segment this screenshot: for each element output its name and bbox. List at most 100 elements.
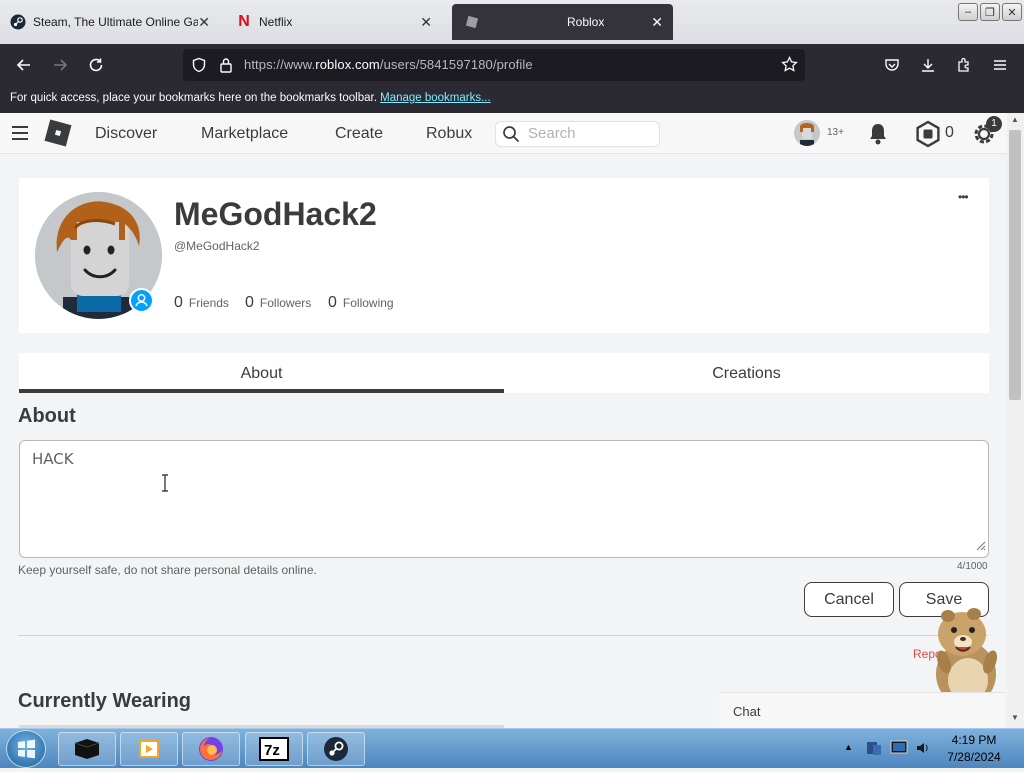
minimize-icon[interactable]: – bbox=[958, 3, 978, 21]
robux-count: 0 bbox=[945, 124, 954, 141]
windows-taskbar: 7z ▲ bbox=[0, 728, 1024, 768]
taskbar-steam-icon[interactable] bbox=[307, 732, 365, 766]
close-tab-icon[interactable]: ✕ bbox=[420, 14, 432, 31]
tab-title: Steam, The Ultimate Online Gam bbox=[33, 15, 198, 29]
scroll-up-icon[interactable]: ▲ bbox=[1011, 115, 1019, 124]
search-placeholder: Search bbox=[528, 125, 576, 142]
browser-nav-bar: https://www.roblox.com/users/5841597180/… bbox=[0, 44, 1024, 86]
nav-avatar[interactable] bbox=[794, 120, 820, 146]
roblox-header: Discover Marketplace Create Robux Search… bbox=[0, 113, 1007, 154]
download-icon[interactable] bbox=[916, 53, 940, 77]
currently-wearing-heading: Currently Wearing bbox=[18, 690, 191, 712]
browser-tab-bar: Steam, The Ultimate Online Gam ✕ N Netfl… bbox=[0, 0, 1024, 44]
profile-display-name: MeGodHack2 bbox=[174, 196, 377, 232]
nav-discover[interactable]: Discover bbox=[95, 125, 157, 143]
taskbar-7zip-icon[interactable]: 7z bbox=[245, 732, 303, 766]
taskbar-clock[interactable]: 4:19 PM 7/28/2024 bbox=[936, 733, 1012, 764]
forward-icon[interactable] bbox=[48, 53, 72, 77]
manage-bookmarks-link[interactable]: Manage bookmarks... bbox=[380, 92, 491, 104]
extensions-icon[interactable] bbox=[952, 53, 976, 77]
url-path: /users/5841597180/profile bbox=[379, 57, 533, 72]
settings-notification-badge: 1 bbox=[986, 116, 1002, 132]
clock-time: 4:19 PM bbox=[951, 733, 997, 747]
tray-volume-icon[interactable] bbox=[914, 739, 932, 762]
friends-stat[interactable]: 0 Friends bbox=[174, 294, 229, 312]
shield-icon[interactable] bbox=[191, 57, 207, 78]
age-badge: 13+ bbox=[827, 127, 844, 138]
tab-creations[interactable]: Creations bbox=[504, 353, 989, 393]
tray-network-icon[interactable] bbox=[865, 739, 883, 762]
roblox-logo-icon[interactable] bbox=[43, 118, 73, 153]
window-controls: – ❐ ✕ bbox=[958, 3, 1022, 21]
taskbar-media-player-icon[interactable] bbox=[120, 732, 178, 766]
following-count: 0 bbox=[328, 294, 337, 311]
netflix-icon: N bbox=[238, 13, 250, 30]
safety-note: Keep yourself safe, do not share persona… bbox=[18, 563, 317, 577]
friends-count: 0 bbox=[174, 294, 183, 311]
following-label: Following bbox=[342, 296, 394, 310]
start-button[interactable] bbox=[6, 730, 46, 768]
char-count: 4/1000 bbox=[957, 561, 988, 572]
followers-count: 0 bbox=[245, 294, 254, 311]
bookmarks-hint: For quick access, place your bookmarks h… bbox=[10, 92, 377, 104]
url-text[interactable]: https://www.roblox.com/users/5841597180/… bbox=[244, 57, 533, 72]
url-bar[interactable]: https://www.roblox.com/users/5841597180/… bbox=[183, 49, 805, 81]
tab-about[interactable]: About bbox=[19, 353, 504, 393]
nav-robux[interactable]: Robux bbox=[426, 125, 472, 143]
nav-marketplace[interactable]: Marketplace bbox=[201, 125, 288, 143]
close-tab-icon[interactable]: ✕ bbox=[198, 14, 210, 31]
robux-icon[interactable] bbox=[914, 120, 942, 153]
browser-tab-netflix[interactable]: N Netflix ✕ bbox=[236, 0, 442, 44]
more-options-icon[interactable]: ••• bbox=[958, 190, 969, 204]
chat-label: Chat bbox=[733, 704, 761, 719]
tab-title: Netflix bbox=[259, 15, 293, 29]
scroll-down-icon[interactable]: ▼ bbox=[1011, 713, 1019, 722]
close-window-icon[interactable]: ✕ bbox=[1002, 3, 1022, 21]
bio-text: HACK bbox=[32, 450, 74, 468]
profile-tabs: About Creations bbox=[19, 353, 989, 393]
steam-icon bbox=[10, 14, 26, 30]
followers-stat[interactable]: 0 Followers bbox=[245, 294, 311, 312]
clock-date: 7/28/2024 bbox=[947, 750, 1001, 764]
scrollbar-thumb[interactable] bbox=[1009, 130, 1021, 400]
bookmarks-toolbar: For quick access, place your bookmarks h… bbox=[0, 86, 1024, 113]
taskbar-firefox-icon[interactable] bbox=[182, 732, 240, 766]
tab-title: Roblox bbox=[567, 15, 605, 29]
followers-label: Followers bbox=[259, 296, 312, 310]
tray-display-icon[interactable] bbox=[890, 739, 908, 762]
svg-text:7z: 7z bbox=[264, 742, 280, 759]
browser-tab-roblox-active[interactable]: Roblox ✕ bbox=[452, 4, 673, 40]
bio-textarea[interactable]: HACK bbox=[19, 440, 989, 558]
active-tab-indicator bbox=[19, 389, 504, 393]
menu-icon[interactable] bbox=[988, 53, 1012, 77]
text-cursor-icon bbox=[160, 474, 170, 496]
online-status-icon bbox=[129, 288, 154, 313]
pocket-icon[interactable] bbox=[880, 53, 904, 77]
chat-panel[interactable]: Chat bbox=[719, 692, 1005, 728]
back-icon[interactable] bbox=[12, 53, 36, 77]
profile-username: @MeGodHack2 bbox=[174, 239, 260, 253]
restore-icon[interactable]: ❐ bbox=[980, 3, 1000, 21]
url-prefix: https://www. bbox=[244, 57, 316, 72]
resize-handle-icon[interactable] bbox=[974, 537, 986, 555]
cancel-button[interactable]: Cancel bbox=[804, 582, 894, 617]
about-heading: About bbox=[18, 405, 76, 427]
taskbar-app-terminal-icon[interactable] bbox=[58, 732, 116, 766]
hamburger-menu-icon[interactable] bbox=[11, 125, 29, 146]
lock-icon[interactable] bbox=[219, 57, 233, 78]
friends-label: Friends bbox=[188, 296, 229, 310]
search-icon bbox=[502, 125, 520, 148]
notifications-bell-icon[interactable] bbox=[867, 122, 889, 151]
url-domain: roblox.com bbox=[315, 57, 380, 72]
search-input[interactable]: Search bbox=[495, 121, 660, 147]
following-stat[interactable]: 0 Following bbox=[328, 294, 394, 312]
show-hidden-icons-icon[interactable]: ▲ bbox=[844, 742, 853, 752]
reload-icon[interactable] bbox=[84, 53, 108, 77]
nav-create[interactable]: Create bbox=[335, 125, 383, 143]
bookmark-star-icon[interactable] bbox=[781, 55, 798, 78]
close-tab-icon[interactable]: ✕ bbox=[651, 14, 663, 31]
section-divider bbox=[18, 635, 988, 636]
profile-header-card: MeGodHack2 @MeGodHack2 0 Friends 0 Followe… bbox=[19, 178, 989, 333]
browser-tab-steam[interactable]: Steam, The Ultimate Online Gam ✕ bbox=[10, 0, 220, 44]
roblox-icon bbox=[464, 14, 480, 30]
